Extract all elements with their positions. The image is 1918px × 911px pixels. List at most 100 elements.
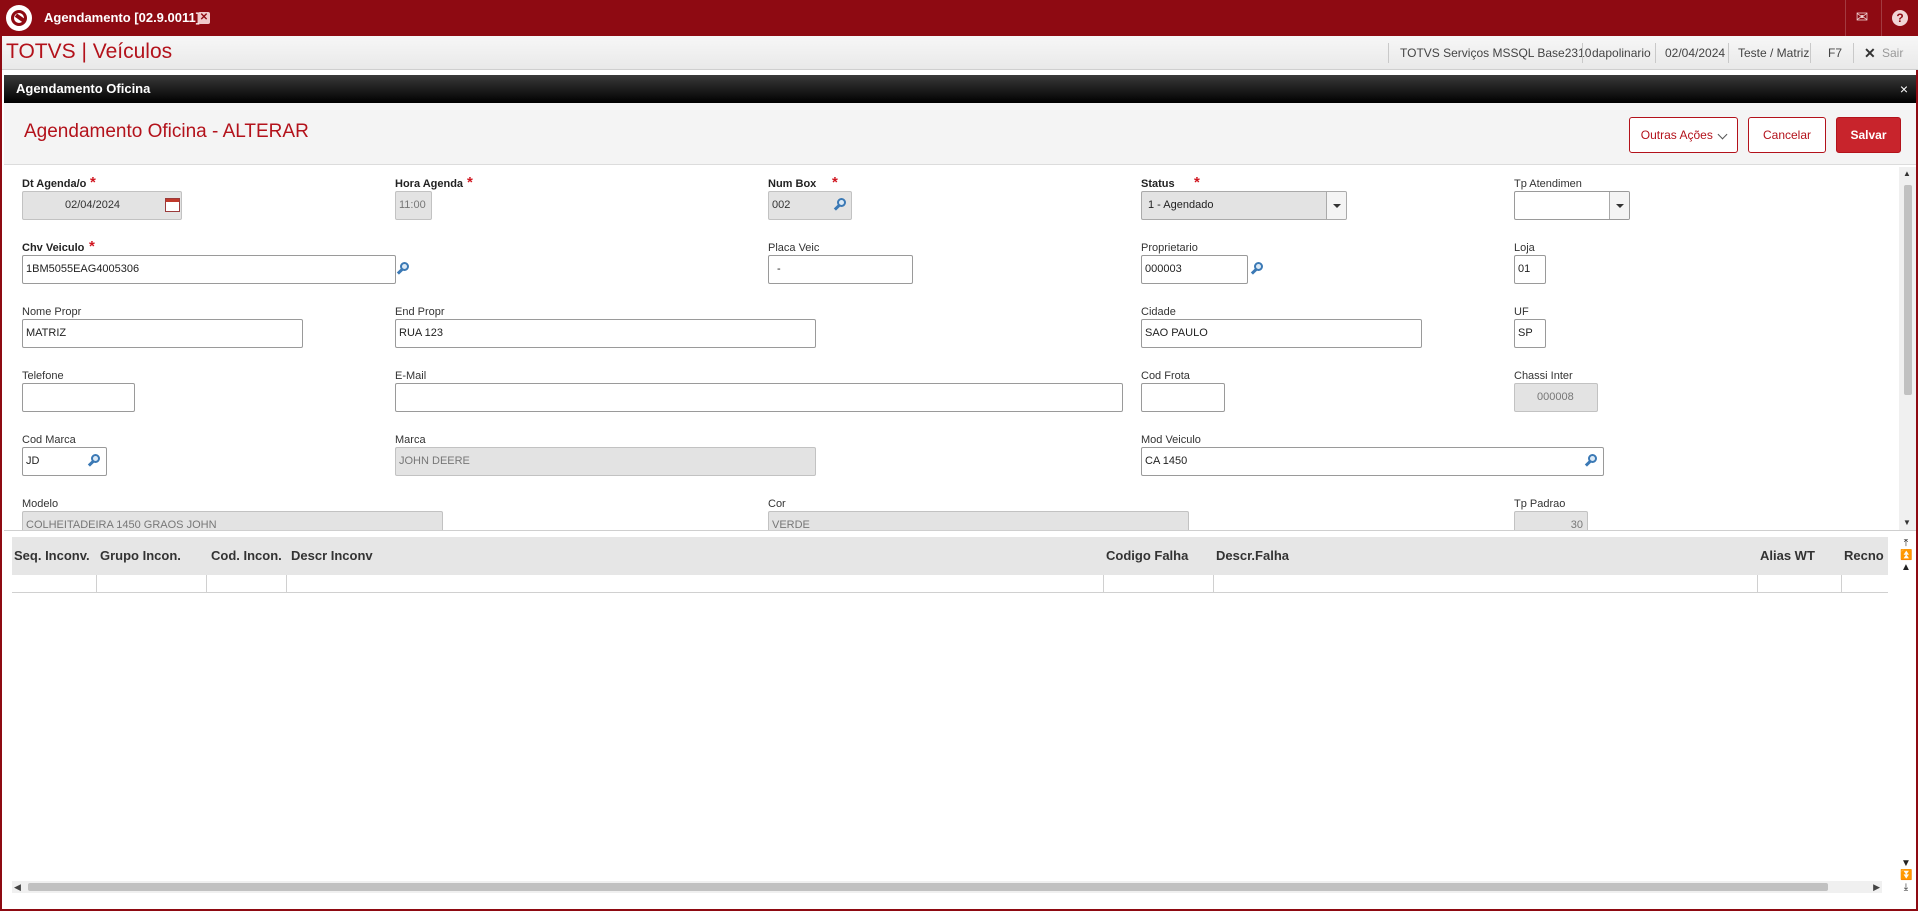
divider xyxy=(1388,43,1389,63)
branch-info[interactable]: Teste / Matriz xyxy=(1738,36,1809,70)
cor-input[interactable]: VERDE xyxy=(768,511,1189,530)
previous-record-icon[interactable]: ▲ xyxy=(1900,563,1912,573)
column-header[interactable]: Cod. Incon. xyxy=(211,537,291,575)
calendar-icon[interactable] xyxy=(165,198,180,212)
divider xyxy=(1582,43,1583,63)
chassi-inter-input[interactable]: 000008 xyxy=(1514,383,1598,412)
divider xyxy=(1881,0,1882,36)
help-icon[interactable]: ? xyxy=(1890,8,1910,28)
column-header[interactable]: Descr Inconv xyxy=(291,537,491,575)
search-icon[interactable] xyxy=(1250,261,1266,277)
modelo-input[interactable]: COLHEITADEIRA 1450 GRAOS JOHN xyxy=(22,511,443,530)
mail-icon[interactable]: ✉ xyxy=(1852,8,1872,28)
last-record-icon[interactable]: ⤓ xyxy=(1900,883,1912,893)
chevron-down-icon[interactable] xyxy=(1609,192,1629,219)
cidade-input[interactable]: SAO PAULO xyxy=(1141,319,1422,348)
inconvenience-grid: Seq. Inconv. Grupo Incon. Cod. Incon. De… xyxy=(4,533,1916,901)
header-bar: TOTVS | Veículos TOTVS Serviços MSSQL Ba… xyxy=(2,36,1918,70)
required-marker: * xyxy=(90,174,96,191)
cell-divider xyxy=(206,575,207,593)
scroll-up-icon[interactable]: ▲ xyxy=(1903,169,1911,178)
table-row[interactable] xyxy=(12,575,1888,593)
chv-veiculo-input[interactable]: 1BM5055EAG4005306 xyxy=(22,255,396,284)
proprietario-label: Proprietario xyxy=(1141,242,1198,254)
proprietario-input[interactable]: 000003 xyxy=(1141,255,1248,284)
cidade-label: Cidade xyxy=(1141,306,1176,318)
required-marker: * xyxy=(832,174,838,191)
cell-divider xyxy=(1757,575,1758,593)
column-header[interactable]: Grupo Incon. xyxy=(100,537,200,575)
first-record-icon[interactable]: ⤒ xyxy=(1900,539,1912,549)
tab-close-icon[interactable]: ✕ xyxy=(198,12,210,24)
product-name: TOTVS | Veículos xyxy=(6,40,173,63)
dialog-title: Agendamento Oficina xyxy=(16,81,151,96)
tp-padrao-input[interactable]: 30 xyxy=(1514,511,1588,530)
page-down-icon[interactable]: ⏬ xyxy=(1900,871,1912,881)
modelo-label: Modelo xyxy=(22,498,59,510)
search-icon[interactable] xyxy=(396,261,412,277)
divider xyxy=(1655,43,1656,63)
telefone-input[interactable] xyxy=(22,383,135,412)
cell-divider xyxy=(1841,575,1842,593)
cell-divider xyxy=(1103,575,1104,593)
dt-agenda-input[interactable]: 02/04/2024 xyxy=(22,191,182,220)
chv-veiculo-label: Chv Veiculo xyxy=(22,242,85,254)
dialog-header: Agendamento Oficina × xyxy=(4,75,1916,103)
telefone-label: Telefone xyxy=(22,370,64,382)
placa-veic-label: Placa Veic xyxy=(768,242,820,254)
scroll-left-icon[interactable]: ◀ xyxy=(14,881,21,893)
chevron-down-icon[interactable] xyxy=(1326,192,1346,219)
cod-frota-input[interactable] xyxy=(1141,383,1225,412)
scrollbar-thumb[interactable] xyxy=(28,883,1828,891)
nome-propr-input[interactable]: MATRIZ xyxy=(22,319,303,348)
search-icon[interactable] xyxy=(1584,453,1600,469)
placa-veic-input[interactable]: - xyxy=(768,255,913,284)
marca-input[interactable]: JOHN DEERE xyxy=(395,447,816,476)
loja-input[interactable]: 01 xyxy=(1514,255,1546,284)
other-actions-button[interactable]: Outras Ações xyxy=(1629,117,1738,153)
uf-input[interactable]: SP xyxy=(1514,319,1546,348)
scrollbar-thumb[interactable] xyxy=(1904,185,1912,395)
totvs-logo-icon[interactable] xyxy=(6,5,32,31)
dialog-close-icon[interactable]: × xyxy=(1900,75,1908,103)
search-icon[interactable] xyxy=(87,453,103,469)
cancel-button[interactable]: Cancelar xyxy=(1748,117,1826,153)
column-header[interactable]: Seq. Inconv. xyxy=(14,537,98,575)
grid-horizontal-scrollbar[interactable]: ◀ ▶ xyxy=(12,881,1882,893)
email-input[interactable] xyxy=(395,383,1123,412)
column-header[interactable]: Recno xyxy=(1844,537,1888,575)
logout-icon[interactable]: ✕ xyxy=(1864,36,1876,70)
hora-agenda-input[interactable]: 11:00 xyxy=(395,191,432,220)
required-marker: * xyxy=(89,238,95,255)
status-select[interactable]: 1 - Agendado xyxy=(1141,191,1347,220)
tab-title[interactable]: Agendamento [02.9.0011] xyxy=(44,0,200,36)
scroll-right-icon[interactable]: ▶ xyxy=(1873,881,1880,893)
search-icon[interactable] xyxy=(833,197,849,213)
next-record-icon[interactable]: ▼ xyxy=(1900,859,1912,869)
nome-propr-label: Nome Propr xyxy=(22,306,82,318)
chassi-inter-label: Chassi Inter xyxy=(1514,370,1573,382)
form-area: Dt Agenda/o * 02/04/2024 Hora Agenda * 1… xyxy=(4,167,1916,531)
shortcut-f7[interactable]: F7 xyxy=(1828,36,1842,70)
cell-divider xyxy=(96,575,97,593)
email-label: E-Mail xyxy=(395,370,427,382)
divider xyxy=(1810,43,1811,63)
column-header[interactable]: Alias WT xyxy=(1760,537,1830,575)
save-button[interactable]: Salvar xyxy=(1836,117,1901,153)
marca-label: Marca xyxy=(395,434,426,446)
grid-header: Seq. Inconv. Grupo Incon. Cod. Incon. De… xyxy=(12,537,1888,575)
tp-atendimen-label: Tp Atendimen xyxy=(1514,178,1582,190)
form-scrollbar[interactable]: ▲ ▼ xyxy=(1899,167,1916,530)
end-propr-input[interactable]: RUA 123 xyxy=(395,319,816,348)
column-header[interactable]: Descr.Falha xyxy=(1216,537,1336,575)
app-window: Agendamento [02.9.0011] ✕ ✉ ? TOTVS | Ve… xyxy=(0,0,1918,911)
column-header[interactable]: Codigo Falha xyxy=(1106,537,1206,575)
mod-veiculo-input[interactable]: CA 1450 xyxy=(1141,447,1604,476)
page-up-icon[interactable]: ⏫ xyxy=(1900,551,1912,561)
grid-navigation: ⤒ ⏫ ▲ ▼ ⏬ ⤓ xyxy=(1896,537,1916,901)
scroll-down-icon[interactable]: ▼ xyxy=(1903,518,1911,527)
top-bar: Agendamento [02.9.0011] ✕ ✉ ? xyxy=(2,0,1918,36)
tp-atendimen-select[interactable] xyxy=(1514,191,1630,220)
logout-button[interactable]: Sair xyxy=(1882,36,1903,70)
environment-info: TOTVS Serviços MSSQL Base2310 xyxy=(1400,46,1592,60)
